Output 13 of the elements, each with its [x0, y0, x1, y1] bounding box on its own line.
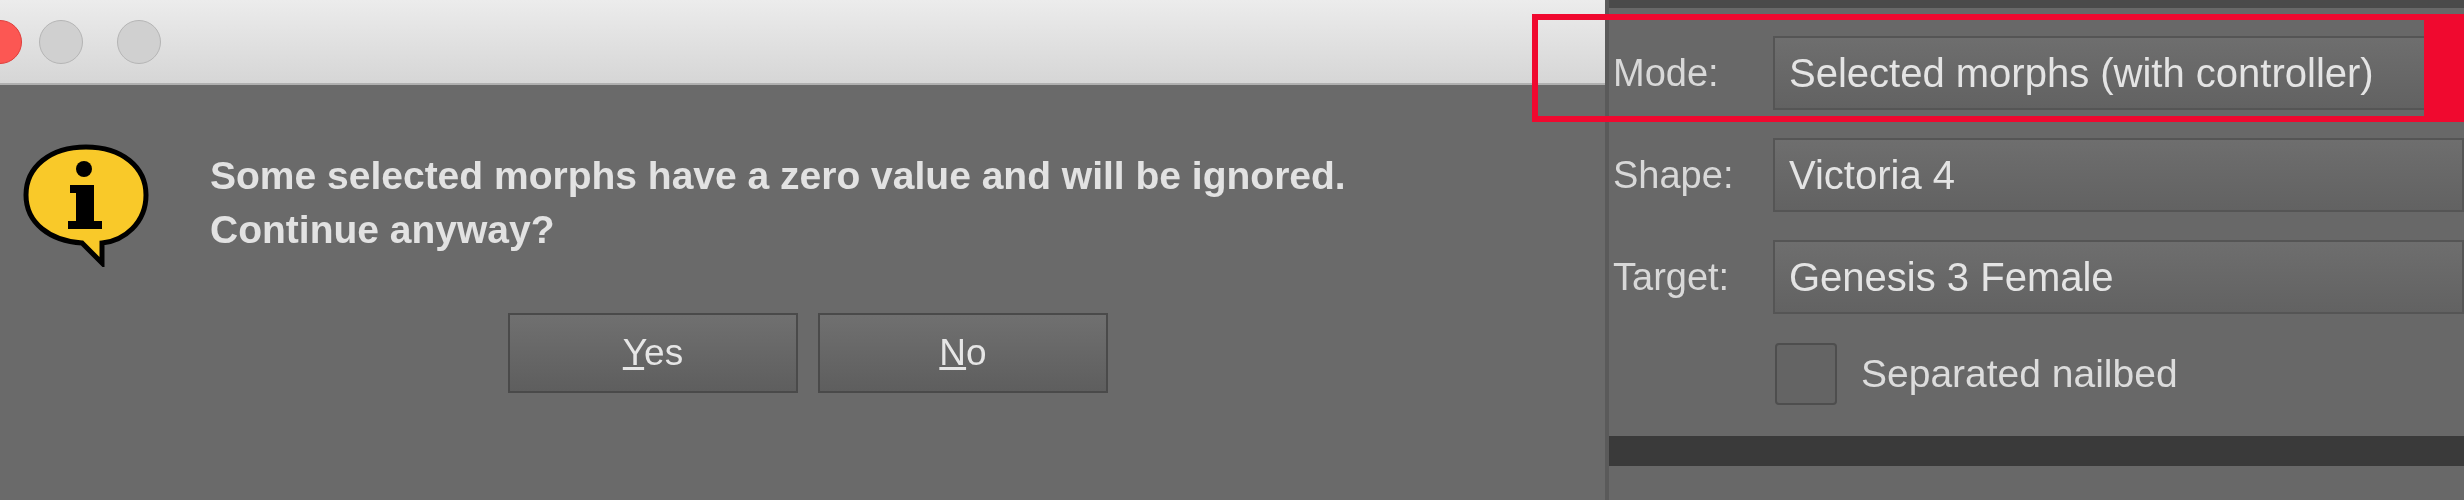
dialog-button[interactable]: Yes	[508, 313, 798, 393]
dialog-message: Some selected morphs have a zero value and will be ignored. Continue anyway?	[210, 153, 1347, 253]
checkbox[interactable]	[1775, 343, 1837, 405]
dialog-button[interactable]: No	[818, 313, 1108, 393]
minimize-button[interactable]	[39, 20, 83, 64]
dropdown[interactable]: Victoria 4	[1773, 138, 2464, 212]
dropdown[interactable]: Genesis 3 Female	[1773, 240, 2464, 314]
info-icon	[22, 143, 150, 267]
zoom-button[interactable]	[117, 20, 161, 64]
field-label: Shape:	[1613, 152, 1735, 198]
checkbox-label: Separated nailbed	[1861, 350, 2178, 397]
field-label: Mode:	[1613, 50, 1720, 96]
field-label: Target:	[1613, 254, 1731, 300]
